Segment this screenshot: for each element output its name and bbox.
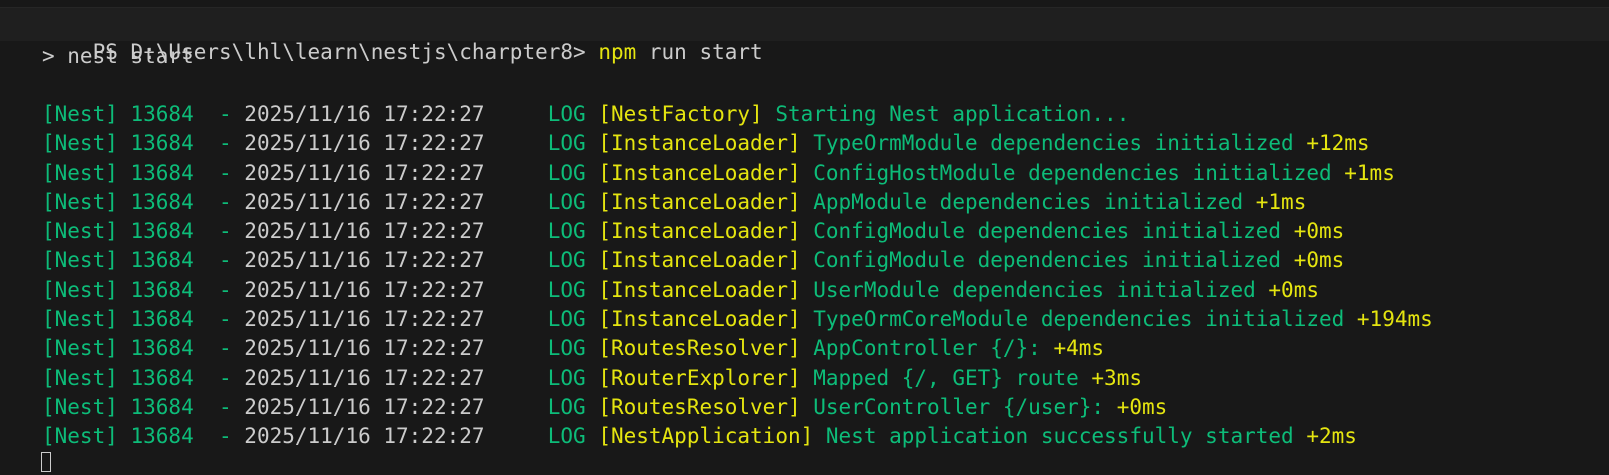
- log-delta: +1ms: [1344, 160, 1395, 185]
- log-level: LOG: [484, 219, 599, 244]
- log-context: [RoutesResolver]: [598, 336, 801, 361]
- log-prefix: [Nest] 13684 -: [42, 219, 245, 244]
- log-timestamp: 2025/11/16 17:22:27: [244, 219, 485, 244]
- log-line: [Nest] 13684 - 2025/11/16 17:22:27 LOG […: [42, 129, 1433, 158]
- log-delta: +0ms: [1116, 394, 1168, 419]
- log-timestamp: 2025/11/16 17:22:27: [244, 394, 485, 419]
- log-prefix: [Nest] 13684 -: [42, 160, 245, 185]
- log-prefix: [Nest] 13684 -: [42, 336, 245, 361]
- log-context: [InstanceLoader]: [598, 219, 801, 244]
- log-message: ConfigModule dependencies initialized: [800, 219, 1294, 244]
- log-line: [Nest] 13684 - 2025/11/16 17:22:27 LOG […: [42, 393, 1433, 422]
- log-line: [Nest] 13684 - 2025/11/16 17:22:27 LOG […: [42, 100, 1433, 129]
- log-timestamp: 2025/11/16 17:22:27: [244, 365, 485, 390]
- log-line: [Nest] 13684 - 2025/11/16 17:22:27 LOG […: [42, 217, 1433, 246]
- log-prefix: [Nest] 13684 -: [42, 365, 245, 390]
- command-args: run start: [636, 40, 763, 64]
- log-level: LOG: [484, 336, 599, 361]
- log-delta: +12ms: [1306, 131, 1370, 156]
- log-timestamp: 2025/11/16 17:22:27: [244, 189, 485, 214]
- log-delta: +2ms: [1306, 424, 1357, 449]
- log-prefix: [Nest] 13684 -: [42, 102, 245, 126]
- log-line: [Nest] 13684 - 2025/11/16 17:22:27 LOG […: [42, 422, 1433, 451]
- log-context: [InstanceLoader]: [598, 189, 801, 214]
- prompt-line: PS D:\Users\lhl\learn\nestjs\charpter8> …: [42, 9, 763, 64]
- log-context: [NestFactory]: [598, 102, 763, 126]
- log-delta: +0ms: [1293, 219, 1345, 244]
- log-line: [Nest] 13684 - 2025/11/16 17:22:27 LOG […: [42, 334, 1433, 363]
- log-level: LOG: [484, 131, 599, 156]
- log-context: [InstanceLoader]: [598, 131, 801, 156]
- log-prefix: [Nest] 13684 -: [42, 424, 245, 449]
- log-context: [InstanceLoader]: [598, 160, 801, 185]
- log-prefix: [Nest] 13684 -: [42, 248, 245, 273]
- log-message: Starting Nest application...: [762, 102, 1130, 126]
- log-line: [Nest] 13684 - 2025/11/16 17:22:27 LOG […: [42, 246, 1433, 275]
- terminal-panel[interactable]: PS D:\Users\lhl\learn\nestjs\charpter8> …: [0, 0, 1609, 475]
- log-output: [Nest] 13684 - 2025/11/16 17:22:27 LOG […: [42, 100, 1433, 452]
- log-prefix: [Nest] 13684 -: [42, 394, 245, 419]
- log-message: AppController {/}:: [800, 336, 1054, 361]
- log-level: LOG: [484, 307, 599, 332]
- log-delta: +3ms: [1091, 365, 1142, 390]
- log-timestamp: 2025/11/16 17:22:27: [244, 102, 485, 126]
- log-message: UserModule dependencies initialized: [800, 277, 1269, 302]
- log-level: LOG: [484, 160, 599, 185]
- log-message: TypeOrmModule dependencies initialized: [800, 131, 1307, 156]
- log-prefix: [Nest] 13684 -: [42, 277, 245, 302]
- log-line: [Nest] 13684 - 2025/11/16 17:22:27 LOG […: [42, 276, 1433, 305]
- log-context: [NestApplication]: [598, 424, 814, 449]
- log-prefix: [Nest] 13684 -: [42, 189, 245, 214]
- log-timestamp: 2025/11/16 17:22:27: [244, 277, 485, 302]
- log-timestamp: 2025/11/16 17:22:27: [244, 248, 485, 273]
- log-context: [InstanceLoader]: [598, 277, 801, 302]
- log-delta: +0ms: [1293, 248, 1345, 273]
- log-message: Nest application successfully started: [813, 424, 1307, 449]
- log-level: LOG: [484, 248, 599, 273]
- log-delta: +1ms: [1255, 189, 1307, 214]
- log-message: TypeOrmCoreModule dependencies initializ…: [800, 307, 1357, 332]
- log-context: [InstanceLoader]: [598, 307, 801, 332]
- log-delta: +4ms: [1053, 336, 1105, 361]
- log-delta: +194ms: [1356, 307, 1433, 332]
- log-context: [RouterExplorer]: [598, 365, 801, 390]
- terminal-cursor: [41, 452, 51, 472]
- log-message: ConfigModule dependencies initialized: [800, 248, 1294, 273]
- log-prefix: [Nest] 13684 -: [42, 131, 245, 156]
- log-message: ConfigHostModule dependencies initialize…: [800, 160, 1345, 185]
- log-delta: +0ms: [1268, 277, 1319, 302]
- log-message: UserController {/user}:: [800, 394, 1117, 419]
- log-level: LOG: [484, 277, 599, 302]
- command-echo: > nest start: [42, 44, 194, 68]
- log-level: LOG: [484, 189, 599, 214]
- log-timestamp: 2025/11/16 17:22:27: [244, 160, 485, 185]
- log-level: LOG: [484, 424, 599, 449]
- log-message: AppModule dependencies initialized: [800, 189, 1256, 214]
- log-timestamp: 2025/11/16 17:22:27: [244, 131, 485, 156]
- log-prefix: [Nest] 13684 -: [42, 307, 245, 332]
- command-name: npm: [598, 40, 637, 64]
- log-level: LOG: [484, 394, 599, 419]
- log-context: [InstanceLoader]: [598, 248, 801, 273]
- log-level: LOG: [484, 365, 599, 390]
- log-line: [Nest] 13684 - 2025/11/16 17:22:27 LOG […: [42, 364, 1433, 393]
- log-timestamp: 2025/11/16 17:22:27: [244, 307, 485, 332]
- log-line: [Nest] 13684 - 2025/11/16 17:22:27 LOG […: [42, 159, 1433, 188]
- log-level: LOG: [484, 102, 599, 126]
- log-context: [RoutesResolver]: [598, 394, 801, 419]
- log-line: [Nest] 13684 - 2025/11/16 17:22:27 LOG […: [42, 188, 1433, 217]
- log-timestamp: 2025/11/16 17:22:27: [244, 336, 485, 361]
- log-timestamp: 2025/11/16 17:22:27: [244, 424, 485, 449]
- log-line: [Nest] 13684 - 2025/11/16 17:22:27 LOG […: [42, 305, 1433, 334]
- log-message: Mapped {/, GET} route: [800, 365, 1092, 390]
